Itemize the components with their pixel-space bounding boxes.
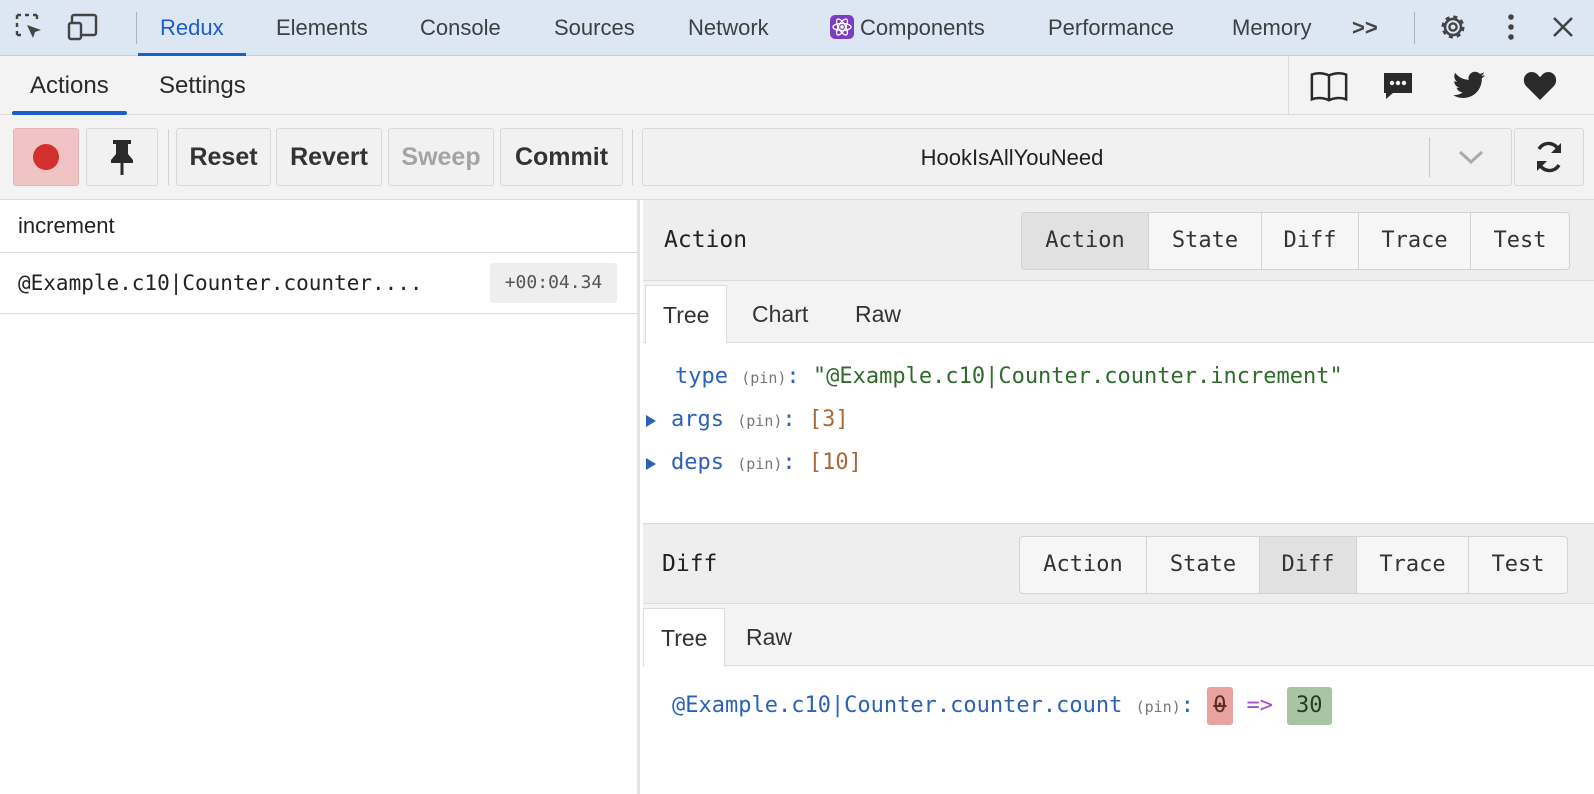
tab-action[interactable]: Action — [1022, 213, 1149, 269]
tree-node-deps[interactable]: deps (pin): [10] — [671, 448, 862, 478]
inspector-panel: Action Action State Diff Trace Test Tree… — [643, 200, 1594, 794]
redux-devtools-header: Actions Settings — [0, 56, 1594, 115]
action-pane-header: Action Action State Diff Trace Test — [643, 200, 1594, 281]
tab-test[interactable]: Test — [1469, 537, 1567, 593]
diff-entry: @Example.c10|Counter.counter.count (pin)… — [672, 686, 1332, 726]
tab-trace[interactable]: Trace — [1359, 213, 1471, 269]
tab-tree[interactable]: Tree — [645, 285, 728, 344]
tab-trace[interactable]: Trace — [1357, 537, 1469, 593]
tab-tree[interactable]: Tree — [643, 608, 726, 667]
diff-pane-header: Diff Action State Diff Trace Test — [643, 523, 1594, 604]
tab-elements[interactable]: Elements — [254, 0, 390, 56]
diff-new-value: 30 — [1287, 687, 1332, 725]
tab-network[interactable]: Network — [666, 0, 791, 56]
tree-node-type: type (pin): "@Example.c10|Counter.counte… — [675, 364, 1343, 389]
tab-actions[interactable]: Actions — [12, 56, 127, 115]
diff-view-tabs: Tree Raw — [643, 604, 1594, 667]
action-pane-tabs: Action State Diff Trace Test — [1021, 212, 1570, 270]
tab-redux[interactable]: Redux — [138, 0, 246, 56]
instance-name: HookIsAllYouNeed — [920, 145, 1104, 170]
tab-test[interactable]: Test — [1471, 213, 1569, 269]
list-item[interactable]: @Example.c10|Counter.counter.... +00:04.… — [0, 253, 637, 314]
tab-state[interactable]: State — [1149, 213, 1262, 269]
tab-console[interactable]: Console — [398, 0, 523, 56]
header-links — [1288, 56, 1594, 115]
devtools-toolbar: Redux Elements Console Sources Network C… — [0, 0, 1594, 56]
kebab-menu-icon[interactable] — [1494, 10, 1528, 44]
tab-components[interactable]: Components — [808, 0, 1007, 56]
diff-tree: @Example.c10|Counter.counter.count (pin)… — [643, 666, 1594, 794]
instance-select[interactable]: HookIsAllYouNeed — [642, 128, 1512, 186]
chat-icon[interactable] — [1378, 68, 1418, 104]
tab-chart[interactable]: Chart — [735, 285, 825, 343]
record-button[interactable] — [13, 128, 79, 186]
tree-node-args[interactable]: args (pin): [3] — [671, 405, 849, 435]
tab-memory[interactable]: Memory — [1210, 0, 1333, 56]
tab-diff[interactable]: Diff — [1260, 537, 1357, 593]
tab-action[interactable]: Action — [1020, 537, 1147, 593]
twitter-icon[interactable] — [1449, 68, 1489, 104]
pin-icon — [111, 140, 133, 175]
chevron-down-icon[interactable] — [1451, 139, 1491, 175]
commit-button[interactable]: Commit — [500, 128, 623, 186]
device-toolbar-icon[interactable] — [66, 10, 100, 44]
react-icon — [830, 15, 854, 39]
pane-title: Diff — [662, 551, 718, 577]
tab-performance[interactable]: Performance — [1026, 0, 1196, 56]
action-view-tabs: Tree Chart Raw — [643, 281, 1594, 344]
pin-button[interactable] — [86, 128, 158, 186]
action-timestamp: +00:04.34 — [490, 263, 617, 303]
reset-button[interactable]: Reset — [176, 128, 271, 186]
expand-arrow-icon[interactable] — [646, 415, 656, 427]
book-icon[interactable] — [1309, 68, 1349, 104]
revert-button[interactable]: Revert — [276, 128, 382, 186]
heart-icon[interactable] — [1520, 68, 1560, 104]
tab-state[interactable]: State — [1147, 537, 1260, 593]
sync-button[interactable] — [1514, 128, 1584, 186]
record-icon — [33, 144, 59, 170]
sweep-button[interactable]: Sweep — [388, 128, 494, 186]
gear-icon[interactable] — [1436, 10, 1470, 44]
tab-raw[interactable]: Raw — [838, 285, 918, 343]
tab-raw[interactable]: Raw — [729, 608, 809, 666]
action-name: @Example.c10|Counter.counter.... — [18, 271, 423, 295]
action-tree: type (pin): "@Example.c10|Counter.counte… — [643, 343, 1594, 523]
inspect-element-icon[interactable] — [12, 10, 46, 44]
tab-sources[interactable]: Sources — [532, 0, 657, 56]
expand-arrow-icon[interactable] — [646, 458, 656, 470]
action-filter-input[interactable]: increment — [0, 200, 637, 253]
close-icon[interactable] — [1546, 10, 1580, 44]
sync-icon — [1537, 141, 1561, 173]
tab-diff[interactable]: Diff — [1262, 213, 1359, 269]
monitor-toolbar: Reset Revert Sweep Commit HookIsAllYouNe… — [0, 115, 1594, 200]
action-list: increment @Example.c10|Counter.counter..… — [0, 200, 640, 794]
tab-settings[interactable]: Settings — [141, 56, 264, 115]
more-tabs-icon[interactable]: >> — [1330, 0, 1400, 56]
diff-pane-tabs: Action State Diff Trace Test — [1019, 536, 1568, 594]
diff-old-value: 0 — [1207, 687, 1233, 725]
pane-title: Action — [664, 227, 748, 253]
